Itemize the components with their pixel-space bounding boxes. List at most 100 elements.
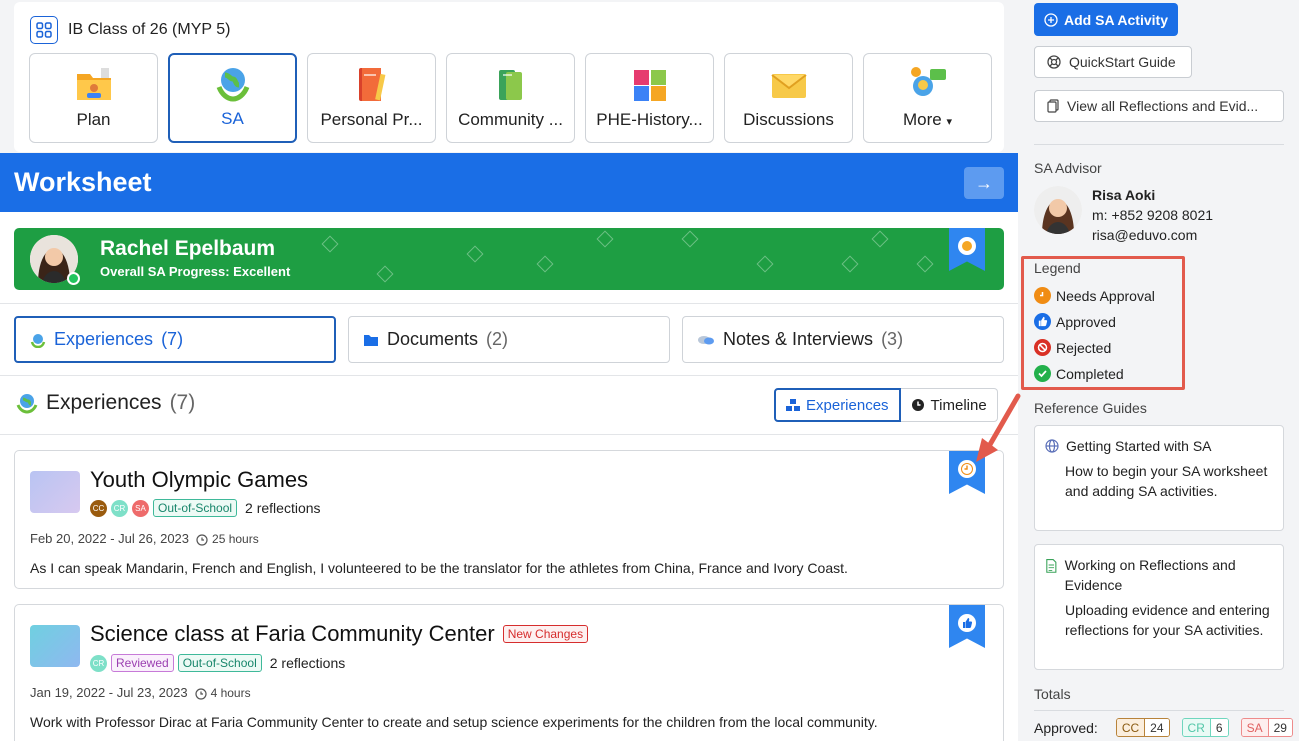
- reference-guide-getting-started[interactable]: Getting Started with SA How to begin you…: [1034, 425, 1284, 531]
- experience-card[interactable]: Science class at Faria Community Center …: [14, 604, 1004, 741]
- worksheet-title: Worksheet: [14, 167, 152, 197]
- check-icon: [1034, 365, 1051, 382]
- student-name: Rachel Epelbaum: [100, 237, 276, 260]
- experience-thumbnail: [30, 625, 80, 667]
- decor-diamond: [376, 265, 394, 283]
- lifebuoy-icon: [1047, 55, 1061, 69]
- folder-icon: [364, 334, 378, 346]
- advisor-avatar: [1034, 186, 1082, 234]
- alarm-clock-icon: [196, 533, 208, 546]
- class-card: IB Class of 26 (MYP 5) Plan SA Personal …: [14, 2, 1004, 152]
- award-ribbon: [949, 228, 985, 271]
- advisor-email[interactable]: risa@eduvo.com: [1092, 227, 1197, 243]
- subtab-experiences[interactable]: Experiences (7): [14, 316, 336, 363]
- tab-community-project[interactable]: Community ...: [446, 53, 575, 143]
- decor-diamond: [681, 230, 699, 248]
- total-chip-cr: CR 6: [1181, 718, 1229, 737]
- guide-title: Working on Reflections and Evidence: [1064, 557, 1236, 593]
- reference-heading: Reference Guides: [1034, 400, 1147, 416]
- decor-diamond: [841, 255, 859, 273]
- tab-sa[interactable]: SA: [168, 53, 297, 143]
- arrow-right-icon[interactable]: →: [964, 167, 1004, 199]
- legend-approved: Approved: [1034, 313, 1116, 330]
- new-changes-badge: New Changes: [502, 625, 589, 643]
- experience-dates: Jan 19, 2022 - Jul 23, 2023 4 hours: [30, 685, 251, 700]
- folder-person-icon: [76, 68, 111, 100]
- student-banner: Rachel Epelbaum Overall SA Progress: Exc…: [14, 228, 1004, 290]
- experience-title[interactable]: Science class at Faria Community Center …: [90, 621, 589, 647]
- decor-diamond: [536, 255, 554, 273]
- class-title: IB Class of 26 (MYP 5): [68, 21, 231, 38]
- envelope-icon: [770, 74, 807, 98]
- totals-heading: Totals: [1034, 686, 1071, 702]
- subtab-documents[interactable]: Documents (2): [348, 316, 670, 363]
- caret-down-icon: ▾: [946, 116, 952, 128]
- view-all-reflections-button[interactable]: View all Reflections and Evid...: [1034, 90, 1284, 122]
- guide-title: Getting Started with SA: [1066, 438, 1212, 454]
- status-ribbon-approved: [949, 605, 985, 648]
- clock-status-icon: [1034, 287, 1051, 304]
- tab-more[interactable]: More ▾: [863, 53, 992, 143]
- divider: [0, 375, 1018, 376]
- grid-icon[interactable]: [30, 16, 58, 44]
- decor-diamond: [466, 245, 484, 263]
- quickstart-guide-button[interactable]: QuickStart Guide: [1034, 46, 1192, 78]
- tab-personal-project[interactable]: Personal Pr...: [307, 53, 436, 143]
- total-chip-cc: CC 24: [1115, 718, 1170, 737]
- total-chip-sa: SA 29: [1240, 718, 1293, 737]
- decor-diamond: [321, 235, 339, 253]
- clock-icon: [911, 399, 924, 411]
- reflections-count[interactable]: 2 reflections: [245, 500, 320, 516]
- legend-rejected: Rejected: [1034, 339, 1111, 356]
- strand-cr: CR: [111, 499, 128, 517]
- experience-thumbnail: [30, 471, 80, 513]
- chat-icon: [698, 335, 714, 344]
- strand-sa: SA: [132, 499, 149, 517]
- divider: [0, 303, 1018, 304]
- books-icon: [498, 70, 522, 100]
- experience-card[interactable]: Youth Olympic Games CC CR SA Out-of-Scho…: [14, 450, 1004, 589]
- medal-icon: [958, 237, 976, 255]
- tag-out-of-school: Out-of-School: [153, 499, 238, 517]
- tab-phe-history[interactable]: PHE-History...: [585, 53, 714, 143]
- experience-description: As I can speak Mandarin, French and Engl…: [30, 560, 848, 576]
- ban-icon: [1034, 339, 1051, 356]
- totals-approved-row: Approved: CC 24 CR 6 SA 29: [1034, 718, 1293, 737]
- strand-cr: CR: [90, 654, 107, 672]
- experience-title[interactable]: Youth Olympic Games: [90, 467, 308, 493]
- experience-dates: Feb 20, 2022 - Jul 26, 2023 25 hours: [30, 531, 259, 546]
- experience-hours: 25 hours: [195, 532, 259, 546]
- strand-cc: CC: [90, 499, 107, 517]
- decor-diamond: [871, 230, 889, 248]
- sidebar-separator: [1034, 144, 1284, 145]
- tab-plan[interactable]: Plan: [29, 53, 158, 143]
- thumbs-up-icon: [958, 614, 976, 632]
- divider: [0, 434, 1018, 435]
- reference-guide-reflections[interactable]: Working on Reflections and Evidence Uplo…: [1034, 544, 1284, 670]
- globe-hands-icon: [216, 68, 249, 102]
- copy-icon: [1047, 99, 1059, 113]
- document-icon: [1046, 559, 1057, 573]
- thumbs-up-icon: [1034, 313, 1051, 330]
- experience-description: Work with Professor Dirac at Faria Commu…: [30, 714, 878, 730]
- decor-diamond: [596, 230, 614, 248]
- sidebar-separator: [1034, 710, 1284, 711]
- add-sa-activity-button[interactable]: Add SA Activity: [1034, 3, 1178, 36]
- totals-approved-label: Approved:: [1034, 719, 1098, 736]
- guide-description: How to begin your SA worksheet and addin…: [1065, 463, 1268, 499]
- reflections-count[interactable]: 2 reflections: [270, 655, 345, 671]
- tag-out-of-school: Out-of-School: [177, 654, 262, 672]
- tab-discussions[interactable]: Discussions: [724, 53, 853, 143]
- view-experiences-button[interactable]: Experiences: [774, 388, 901, 422]
- decor-diamond: [756, 255, 774, 273]
- tag-reviewed: Reviewed: [111, 654, 174, 672]
- experiences-heading: Experiences (7): [16, 391, 195, 415]
- experience-tags: CR Reviewed Out-of-School 2 reflections: [90, 654, 345, 672]
- advisor-heading: SA Advisor: [1034, 160, 1102, 176]
- view-toggle: Experiences Timeline: [774, 388, 998, 422]
- idea-chat-icon: [910, 67, 946, 96]
- legend-completed: Completed: [1034, 365, 1124, 382]
- subtab-notes-interviews[interactable]: Notes & Interviews (3): [682, 316, 1004, 363]
- experience-tags: CC CR SA Out-of-School 2 reflections: [90, 499, 321, 517]
- experience-hours: 4 hours: [194, 686, 251, 700]
